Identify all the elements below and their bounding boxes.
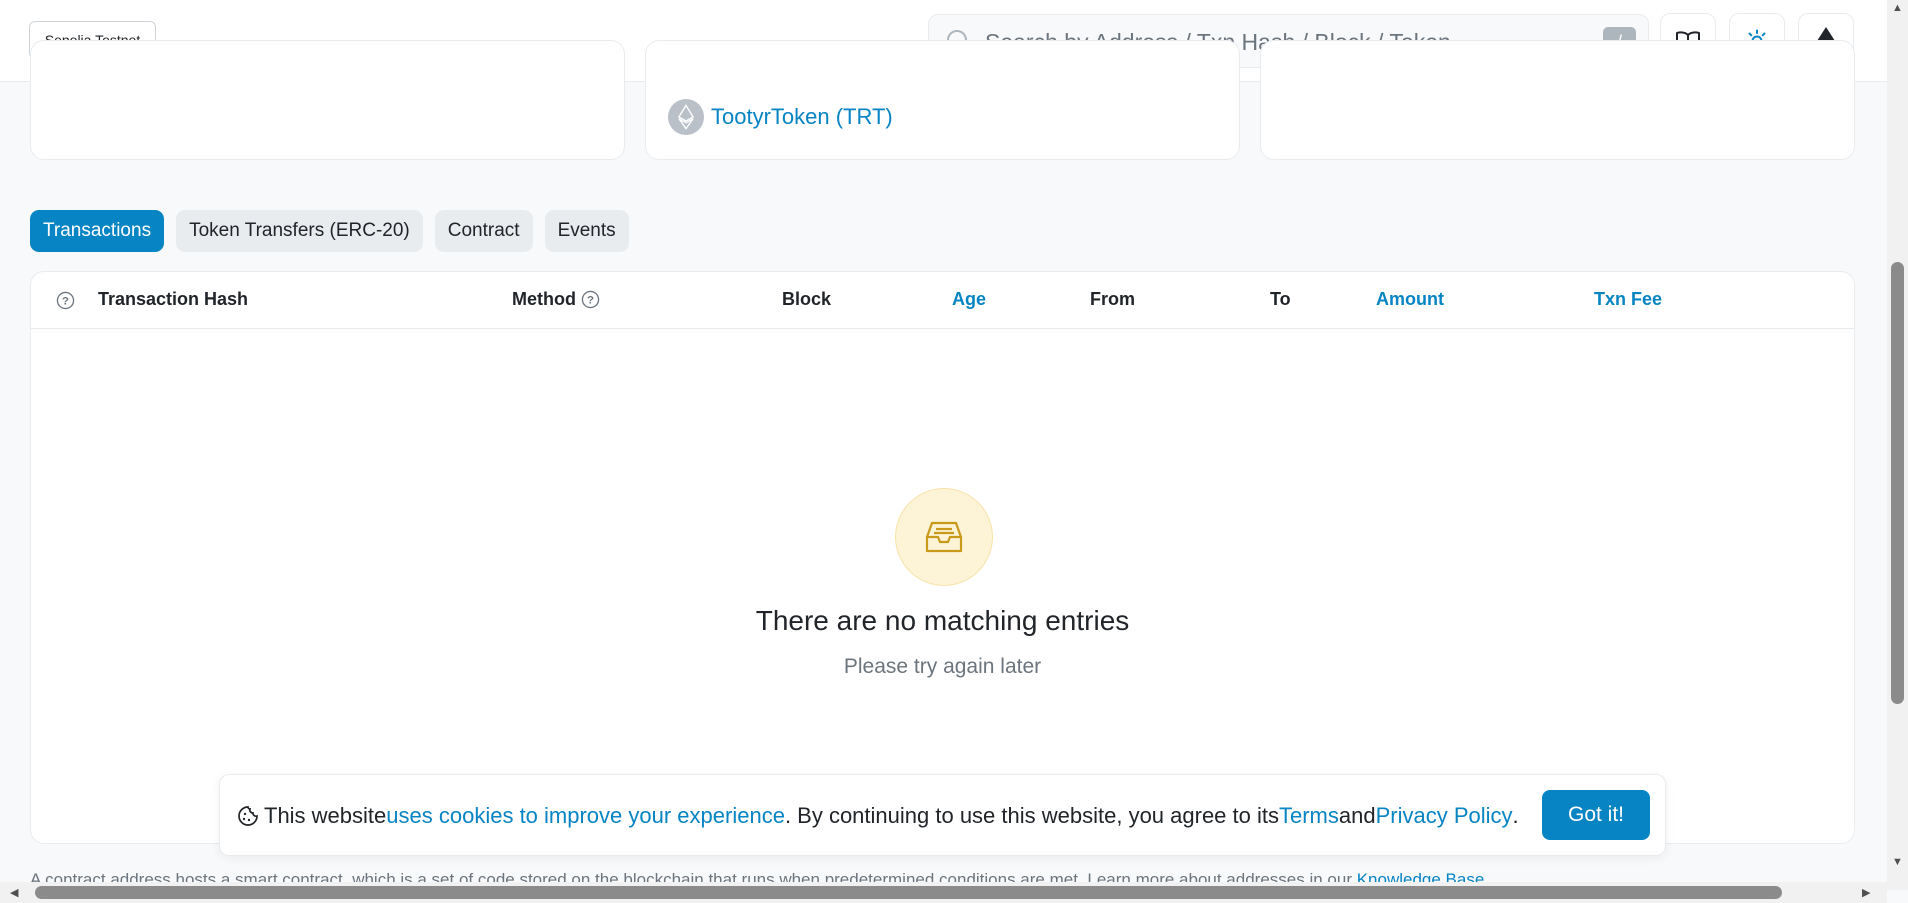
ethereum-icon (678, 104, 694, 130)
inbox-icon (925, 521, 963, 553)
column-age[interactable]: Age (952, 289, 986, 310)
empty-state-subtitle: Please try again later (843, 655, 1042, 678)
tab-transactions[interactable]: Transactions (30, 210, 165, 252)
cookie-icon (238, 806, 258, 826)
privacy-policy-link[interactable]: Privacy Policy (1376, 803, 1513, 829)
table-header: ? Transaction Hash Method ? Block Age Fr… (31, 272, 1854, 329)
question-circle-icon[interactable]: ? (581, 290, 600, 309)
transactions-table: ? Transaction Hash Method ? Block Age Fr… (30, 271, 1855, 844)
multichain-card (1260, 40, 1855, 160)
cookie-banner: This website uses cookies to improve you… (219, 774, 1666, 856)
question-circle-icon: ? (56, 291, 75, 310)
cookie-policy-link[interactable]: uses cookies to improve your experience (386, 803, 785, 829)
column-transaction-hash: Transaction Hash (98, 289, 249, 309)
column-txn-fee[interactable]: Txn Fee (1594, 289, 1662, 310)
empty-state-title: There are no matching entries (755, 605, 1130, 636)
tab-events[interactable]: Events (544, 210, 629, 252)
svg-text:?: ? (62, 295, 69, 307)
cookie-text-4: . (1512, 803, 1519, 828)
cookie-message: This website uses cookies to improve you… (237, 803, 1519, 829)
column-block: Block (782, 289, 832, 309)
overview-card (30, 40, 625, 160)
empty-state-icon (895, 488, 993, 586)
column-from: From (1090, 289, 1135, 309)
column-method: Method ? (512, 289, 600, 310)
cookie-text-2: . By continuing to use this website, you… (784, 803, 1279, 828)
token-name[interactable]: TootyrToken (TRT) (711, 104, 893, 130)
column-amount[interactable]: Amount (1376, 289, 1444, 310)
cookie-text-1: This website (264, 803, 387, 828)
vertical-scroll-thumb[interactable] (1891, 262, 1904, 704)
vertical-scrollbar[interactable]: ▲ ▼ (1887, 0, 1908, 890)
token-logo (668, 99, 704, 135)
scroll-right-arrow-icon[interactable]: ▶ (1862, 886, 1870, 899)
cookie-text-3: and (1338, 803, 1376, 828)
tab-bar: Transactions Token Transfers (ERC-20) Co… (30, 210, 629, 252)
accept-cookies-button[interactable]: Got it! (1542, 790, 1650, 840)
tab-token-transfers[interactable]: Token Transfers (ERC-20) (176, 210, 423, 252)
column-method-label: Method (512, 289, 576, 309)
terms-link[interactable]: Terms (1279, 803, 1339, 829)
scroll-down-arrow-icon[interactable]: ▼ (1892, 856, 1903, 868)
horizontal-scrollbar[interactable]: ◀ ▶ (0, 882, 1887, 903)
token-tracker-link[interactable]: TootyrToken (TRT) (668, 99, 893, 135)
scroll-left-arrow-icon[interactable]: ◀ (10, 886, 18, 899)
svg-text:?: ? (587, 294, 594, 306)
column-to: To (1270, 289, 1291, 309)
help-icon-button[interactable]: ? (56, 291, 75, 310)
tab-contract[interactable]: Contract (434, 210, 533, 252)
scroll-up-arrow-icon[interactable]: ▲ (1892, 2, 1903, 14)
horizontal-scroll-thumb[interactable] (35, 886, 1782, 899)
